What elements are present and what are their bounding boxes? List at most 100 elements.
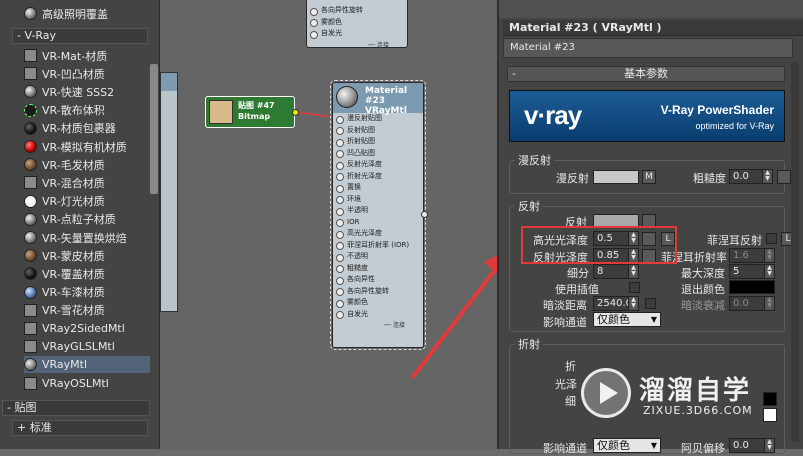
browser-material-item[interactable]: VR-点粒子材质 xyxy=(24,211,150,228)
abbe-spinner[interactable]: 0.0 ▲ ▼ xyxy=(729,438,775,453)
refract-label: 折 xyxy=(565,360,576,373)
browser-material-label: VR-毛发材质 xyxy=(42,158,105,172)
fresnel-reflections-checkbox[interactable] xyxy=(766,233,777,244)
material-swatch-icon xyxy=(24,212,37,226)
exit-color-swatch[interactable] xyxy=(729,280,775,294)
editor-scrollbar[interactable] xyxy=(791,62,799,442)
browser-material-label: VR-模拟有机材质 xyxy=(42,140,127,154)
watermark-url: ZIXUE.3D66.COM xyxy=(643,404,753,417)
group-header-maps[interactable]: - 贴图 xyxy=(2,400,150,416)
chevron-down-icon: ▼ xyxy=(650,441,657,450)
exit-color-label: 退出颜色 xyxy=(681,283,725,296)
browser-material-item[interactable]: VRay2SidedMtl xyxy=(24,320,150,337)
browser-material-item[interactable]: VR-车漆材质 xyxy=(24,284,150,301)
dim-distance-spinner[interactable]: 2540.0 ▲ ▼ xyxy=(593,296,639,311)
affect-channels-label: 影响通道 xyxy=(543,316,587,329)
use-interpolation-checkbox[interactable] xyxy=(629,282,640,293)
browser-item-label: 高级照明覆盖 xyxy=(42,7,108,21)
browser-material-label: VRayGLSLMtl xyxy=(42,340,115,354)
roughness-spinner[interactable]: 0.0 ▲ ▼ xyxy=(729,169,773,184)
browser-material-item[interactable]: VR-Mat-材质 xyxy=(24,47,150,64)
refract-subdivs-label: 细 xyxy=(565,395,576,408)
roughness-label: 粗糙度 xyxy=(693,172,726,185)
browser-material-item[interactable]: VR-凹凸材质 xyxy=(24,65,150,82)
browser-material-item[interactable]: VR-模拟有机材质 xyxy=(24,138,150,155)
slate-node-view[interactable]: 各向异性旋转 雾颜色 自发光 ── 连接 贴图 #47 Bitmap Mater… xyxy=(160,0,497,449)
refract-affect-dropdown[interactable]: 仅颜色 ▼ xyxy=(593,438,661,453)
banner-subtitle: optimized for V-Ray xyxy=(695,121,774,131)
spinner-arrows-icon[interactable]: ▲ ▼ xyxy=(764,265,774,278)
spinner-arrows-icon[interactable]: ▲ ▼ xyxy=(628,265,638,278)
spinner-arrows-icon[interactable]: ▲ ▼ xyxy=(764,439,774,452)
browser-material-item[interactable]: VR-快速 SSS2 xyxy=(24,83,150,100)
refraction-group-title: 折射 xyxy=(515,336,543,352)
spinner-arrows-icon[interactable]: ▲ ▼ xyxy=(628,297,638,310)
watermark-title: 溜溜自学 xyxy=(639,376,752,406)
browser-scrollbar[interactable] xyxy=(150,64,158,194)
browser-material-label: VR-凹凸材质 xyxy=(42,67,105,81)
browser-material-label: VR-雪花材质 xyxy=(42,304,105,318)
annotation-arrow xyxy=(410,255,497,380)
browser-material-label: VRay2SidedMtl xyxy=(42,322,125,335)
browser-material-item[interactable]: VR-毛发材质 xyxy=(24,156,150,173)
browser-material-item[interactable]: VR-散布体积 xyxy=(24,102,150,119)
browser-material-item[interactable]: VR-混合材质 xyxy=(24,174,150,191)
browser-material-item[interactable]: VR-灯光材质 xyxy=(24,193,150,210)
browser-material-label: VR-快速 SSS2 xyxy=(42,85,115,99)
max-depth-value: 5 xyxy=(733,266,740,277)
browser-material-item[interactable]: VRayMtl xyxy=(24,356,150,374)
material-swatch-icon xyxy=(24,49,37,62)
play-logo-icon xyxy=(581,368,631,418)
material-swatch-icon xyxy=(24,231,37,244)
refract-affect-value: 仅颜色 xyxy=(597,439,630,452)
dim-falloff-spinner[interactable]: 0.0 ▲ ▼ xyxy=(729,296,775,311)
material-swatch-icon xyxy=(24,103,37,117)
browser-material-item[interactable]: VRayOSLMtl xyxy=(24,375,150,392)
browser-material-item[interactable]: VR-覆盖材质 xyxy=(24,265,150,282)
browser-material-item[interactable]: VR-雪花材质 xyxy=(24,302,150,319)
browser-material-label: VR-Mat-材质 xyxy=(42,49,108,63)
abbe-value: 0.0 xyxy=(733,440,749,451)
browser-material-label: VR-覆盖材质 xyxy=(42,267,105,281)
browser-item-advanced-lighting[interactable]: 高级照明覆盖 xyxy=(24,5,150,22)
diffuse-map-button[interactable]: M xyxy=(642,170,656,184)
browser-material-item[interactable]: VR-蒙皮材质 xyxy=(24,247,150,264)
fresnel-ior-spinner[interactable]: 1.6 ▲ ▼ xyxy=(729,248,775,263)
rollout-basic-parameters[interactable]: - 基本参数 xyxy=(507,66,785,82)
dim-distance-checkbox[interactable] xyxy=(645,298,656,309)
roughness-map-button[interactable] xyxy=(777,170,791,184)
vray-logo: v·ray xyxy=(524,100,582,130)
material-swatch-icon xyxy=(24,121,37,135)
group-header-standard[interactable]: + 标准 xyxy=(12,420,148,436)
material-sphere-icon xyxy=(24,7,37,20)
max-depth-spinner[interactable]: 5 ▲ ▼ xyxy=(729,264,775,279)
spinner-arrows-icon[interactable]: ▲ ▼ xyxy=(762,170,772,183)
subdivs-spinner[interactable]: 8 ▲ ▼ xyxy=(593,264,639,279)
browser-material-label: VR-车漆材质 xyxy=(42,286,105,300)
group-header-vray[interactable]: - V-Ray xyxy=(12,28,148,44)
subdivs-value: 8 xyxy=(597,266,604,277)
spinner-arrows-icon[interactable]: ▲ ▼ xyxy=(764,249,774,262)
diffuse-color-swatch[interactable] xyxy=(593,170,639,184)
browser-material-item[interactable]: VR-矢量置换烘焙 xyxy=(24,229,150,246)
affect-channels-dropdown[interactable]: 仅颜色 ▼ xyxy=(593,312,661,327)
diffuse-group-title: 漫反射 xyxy=(515,152,554,168)
browser-material-label: VRayOSLMtl xyxy=(42,376,109,390)
dim-falloff-label: 暗淡衰减 xyxy=(681,299,725,312)
browser-material-label: VR-矢量置换烘焙 xyxy=(42,231,127,245)
browser-material-item[interactable]: VRayGLSLMtl xyxy=(24,338,150,355)
diffuse-label: 漫反射 xyxy=(556,172,589,185)
material-swatch-icon xyxy=(24,322,37,335)
banner-title: V-Ray PowerShader xyxy=(660,103,774,117)
editor-toolbar xyxy=(499,0,803,18)
editor-title: Material #23 ( VRayMtl ) xyxy=(503,20,803,36)
rollout-toggle[interactable]: - xyxy=(512,67,516,81)
material-swatch-icon xyxy=(24,194,37,208)
browser-material-item[interactable]: VR-材质包裹器 xyxy=(24,120,150,137)
material-swatch-icon xyxy=(24,376,37,390)
browser-material-label: VRayMtl xyxy=(42,358,88,372)
material-name-field[interactable]: Material #23 xyxy=(503,38,793,58)
spinner-arrows-icon[interactable]: ▲ ▼ xyxy=(764,297,774,310)
browser-material-label: VR-灯光材质 xyxy=(42,195,105,209)
material-swatch-icon xyxy=(24,158,37,172)
